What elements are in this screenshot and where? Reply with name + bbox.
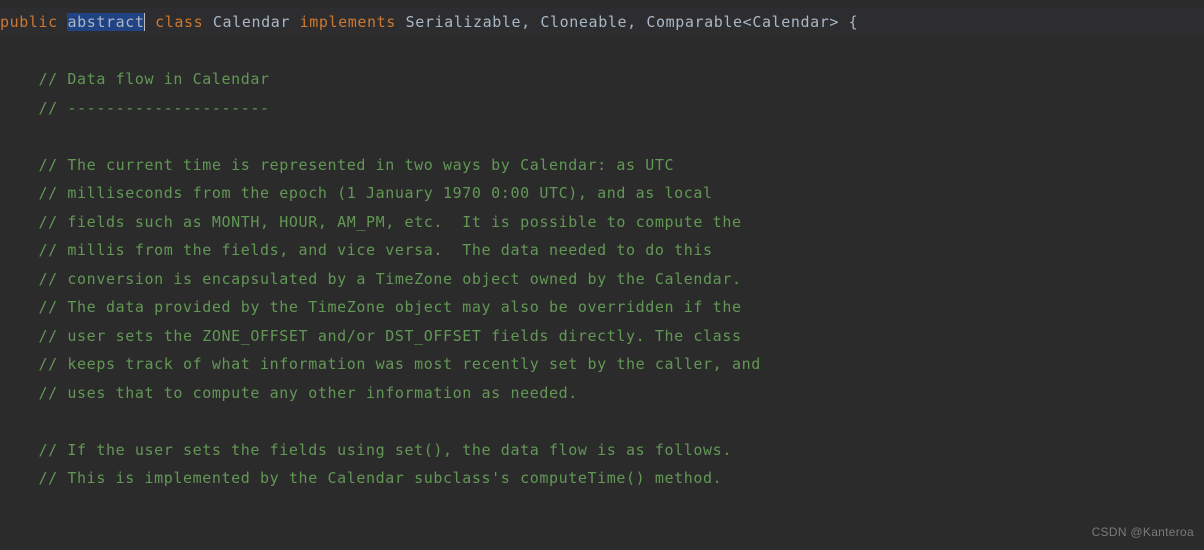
keyword-public: public (0, 13, 58, 31)
comment-text: // The current time is represented in tw… (39, 156, 675, 174)
comment-text: // conversion is encapsulated by a TimeZ… (39, 270, 742, 288)
code-line-comment: // uses that to compute any other inform… (0, 379, 1204, 408)
comment-text: // Data flow in Calendar (39, 70, 270, 88)
code-line-comment: // If the user sets the fields using set… (0, 436, 1204, 465)
code-line-blank (0, 407, 1204, 436)
comment-text: // --------------------- (39, 99, 270, 117)
code-line-comment: // millis from the fields, and vice vers… (0, 236, 1204, 265)
interface-cloneable: Cloneable (540, 13, 627, 31)
comment-text: // milliseconds from the epoch (1 Januar… (39, 184, 713, 202)
code-line-comment: // The data provided by the TimeZone obj… (0, 293, 1204, 322)
code-editor[interactable]: public abstract class Calendar implement… (0, 0, 1204, 493)
comment-text: // The data provided by the TimeZone obj… (39, 298, 742, 316)
watermark: CSDN @Kanteroa (1092, 521, 1194, 544)
comment-text: // This is implemented by the Calendar s… (39, 469, 723, 487)
type-parameter: Calendar (752, 13, 829, 31)
keyword-class: class (155, 13, 203, 31)
comment-text: // uses that to compute any other inform… (39, 384, 578, 402)
comment-text: // user sets the ZONE_OFFSET and/or DST_… (39, 327, 742, 345)
code-line-comment: // This is implemented by the Calendar s… (0, 464, 1204, 493)
code-line-comment: // milliseconds from the epoch (1 Januar… (0, 179, 1204, 208)
code-line-comment: // conversion is encapsulated by a TimeZ… (0, 265, 1204, 294)
code-line-comment: // --------------------- (0, 94, 1204, 123)
code-line-comment: // The current time is represented in tw… (0, 151, 1204, 180)
keyword-implements: implements (300, 13, 396, 31)
code-line-comment: // Data flow in Calendar (0, 65, 1204, 94)
comment-text: // If the user sets the fields using set… (39, 441, 732, 459)
brace-open: { (849, 13, 859, 31)
keyword-abstract-highlighted: abstract (67, 13, 144, 31)
text-cursor (144, 13, 145, 31)
interface-comparable: Comparable (646, 13, 742, 31)
comment-text: // millis from the fields, and vice vers… (39, 241, 713, 259)
class-name: Calendar (213, 13, 290, 31)
comment-text: // fields such as MONTH, HOUR, AM_PM, et… (39, 213, 742, 231)
code-line-blank (0, 37, 1204, 66)
code-line-comment: // fields such as MONTH, HOUR, AM_PM, et… (0, 208, 1204, 237)
interface-serializable: Serializable (406, 13, 522, 31)
code-line-declaration: public abstract class Calendar implement… (0, 8, 1204, 37)
code-line-comment: // keeps track of what information was m… (0, 350, 1204, 379)
code-line-blank (0, 122, 1204, 151)
code-line-comment: // user sets the ZONE_OFFSET and/or DST_… (0, 322, 1204, 351)
comment-text: // keeps track of what information was m… (39, 355, 761, 373)
